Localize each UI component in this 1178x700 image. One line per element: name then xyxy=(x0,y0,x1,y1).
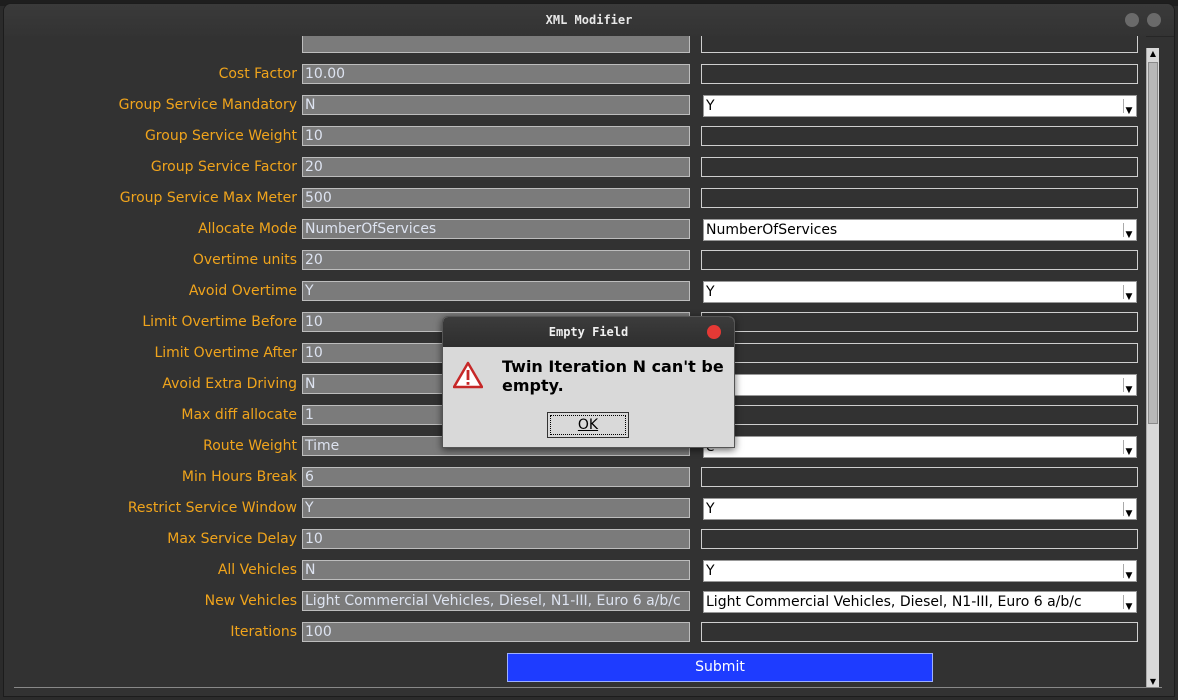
dialog-title-bar: Empty Field xyxy=(443,317,734,347)
new-value-input[interactable] xyxy=(701,64,1138,84)
new-value-input[interactable] xyxy=(701,36,1138,53)
field-label: Group Service Weight xyxy=(144,128,297,144)
form-row: All Vehicles N Y ▼ xyxy=(4,560,1146,582)
chevron-down-icon[interactable]: ▼ xyxy=(1123,564,1134,581)
scroll-up-icon[interactable]: ▲ xyxy=(1147,48,1159,60)
field-label: Group Service Factor xyxy=(150,159,297,175)
new-value-input[interactable] xyxy=(701,622,1138,642)
chevron-down-icon[interactable]: ▼ xyxy=(1123,223,1134,240)
old-value-field: NumberOfServices xyxy=(302,219,690,239)
form-row: Allocate Mode NumberOfServices NumberOfSer… xyxy=(4,219,1146,241)
title-bar: XML Modifier xyxy=(4,4,1174,37)
select-value: Light Commercial Vehicles, Diesel, N1-II… xyxy=(706,594,1082,610)
submit-button[interactable]: Submit xyxy=(507,653,933,682)
new-value-input[interactable] xyxy=(701,467,1138,487)
old-value-field: N xyxy=(302,560,690,580)
old-value-field: 10 xyxy=(302,529,690,549)
new-value-select[interactable]: ▼ xyxy=(703,374,1137,396)
field-label: Restrict Service Window xyxy=(127,500,297,516)
old-value-field: 20 xyxy=(302,157,690,177)
form-row-partial xyxy=(4,36,1146,55)
scrollbar-thumb[interactable] xyxy=(1148,62,1158,424)
dialog-message: Twin Iteration N can't be empty. xyxy=(502,357,724,395)
old-value-field: 20 xyxy=(302,250,690,270)
new-value-select[interactable]: Y ▼ xyxy=(703,560,1137,582)
new-value-select[interactable]: Light Commercial Vehicles, Diesel, N1-II… xyxy=(703,591,1137,613)
field-label: Cost Factor xyxy=(218,66,297,82)
field-label: Group Service Max Meter xyxy=(119,190,297,206)
chevron-down-icon[interactable]: ▼ xyxy=(1123,595,1134,612)
vertical-scrollbar[interactable]: ▲ ▼ xyxy=(1146,48,1159,688)
chevron-down-icon[interactable]: ▼ xyxy=(1123,378,1134,395)
close-window-button[interactable] xyxy=(1147,13,1161,27)
select-value: Y xyxy=(706,98,715,114)
new-value-select[interactable]: Y ▼ xyxy=(703,95,1137,117)
new-value-select[interactable]: NumberOfServices ▼ xyxy=(703,219,1137,241)
empty-field-dialog: Empty Field Twin Iteration N can't be em… xyxy=(442,316,735,448)
field-label: Allocate Mode xyxy=(198,221,297,237)
warning-icon xyxy=(453,361,483,389)
form-row: Min Hours Break 6 xyxy=(4,467,1146,489)
select-value: Y xyxy=(706,501,715,517)
dialog-close-button[interactable] xyxy=(707,325,721,339)
chevron-down-icon[interactable]: ▼ xyxy=(1123,440,1134,457)
new-value-select[interactable]: e▼ xyxy=(703,436,1137,458)
dialog-title: Empty Field xyxy=(548,325,629,339)
select-value: Y xyxy=(706,563,715,579)
field-label: Route Weight xyxy=(203,438,297,454)
old-value-field: 10.00 xyxy=(302,64,690,84)
select-value: Y xyxy=(706,284,715,300)
old-value-field: Y xyxy=(302,498,690,518)
field-label: Limit Overtime Before xyxy=(142,314,297,330)
window-title: XML Modifier xyxy=(545,13,633,27)
form-row: Overtime units 20 xyxy=(4,250,1146,272)
form-row: Group Service Mandatory N Y ▼ xyxy=(4,95,1146,117)
new-value-input[interactable] xyxy=(701,188,1138,208)
select-value: NumberOfServices xyxy=(706,222,838,238)
form-row: Group Service Factor 20 xyxy=(4,157,1146,179)
new-value-select[interactable]: Y ▼ xyxy=(703,281,1137,303)
chevron-down-icon[interactable]: ▼ xyxy=(1123,99,1134,116)
new-value-input[interactable] xyxy=(701,157,1138,177)
form-row: Group Service Max Meter 500 xyxy=(4,188,1146,210)
field-label: All Vehicles xyxy=(217,562,297,578)
field-label: Iterations xyxy=(230,624,297,640)
field-label: Max diff allocate xyxy=(181,407,297,423)
old-value-field: 10 xyxy=(302,126,690,146)
field-label: Group Service Mandatory xyxy=(118,97,297,113)
form-row: Iterations 100 xyxy=(4,622,1146,644)
new-value-input[interactable] xyxy=(701,405,1138,425)
field-label: Overtime units xyxy=(192,252,297,268)
form-row: Cost Factor 10.00 xyxy=(4,64,1146,86)
form-row: New Vehicles Light Commercial Vehicles, D… xyxy=(4,591,1146,613)
old-value-field: 100 xyxy=(302,622,690,642)
old-value-field: 500 xyxy=(302,188,690,208)
new-value-input[interactable] xyxy=(701,312,1138,332)
old-value-field: Y xyxy=(302,281,690,301)
chevron-down-icon[interactable]: ▼ xyxy=(1123,502,1134,519)
new-value-select[interactable]: Y ▼ xyxy=(703,498,1137,520)
form-row: Avoid Overtime Y Y ▼ xyxy=(4,281,1146,303)
new-value-input[interactable] xyxy=(701,250,1138,270)
old-value-field: 6 xyxy=(302,467,690,487)
field-label: Min Hours Break xyxy=(181,469,297,485)
minimize-button[interactable] xyxy=(1125,13,1139,27)
old-value-field: N xyxy=(302,95,690,115)
old-value-field: Light Commercial Vehicles, Diesel, N1-II… xyxy=(302,591,690,611)
old-value-field xyxy=(302,36,690,53)
divider xyxy=(14,687,1162,688)
chevron-down-icon[interactable]: ▼ xyxy=(1123,285,1134,302)
field-label: New Vehicles xyxy=(204,593,297,609)
field-label: Avoid Extra Driving xyxy=(162,376,297,392)
form-row: Restrict Service Window Y Y ▼ xyxy=(4,498,1146,520)
field-label: Limit Overtime After xyxy=(154,345,297,361)
form-row: Max Service Delay 10 xyxy=(4,529,1146,551)
new-value-input[interactable] xyxy=(701,343,1138,363)
form-row: Group Service Weight 10 xyxy=(4,126,1146,148)
ok-button[interactable]: OK xyxy=(547,412,629,438)
new-value-input[interactable] xyxy=(701,529,1138,549)
new-value-input[interactable] xyxy=(701,126,1138,146)
field-label: Avoid Overtime xyxy=(188,283,297,299)
field-label: Max Service Delay xyxy=(167,531,297,547)
